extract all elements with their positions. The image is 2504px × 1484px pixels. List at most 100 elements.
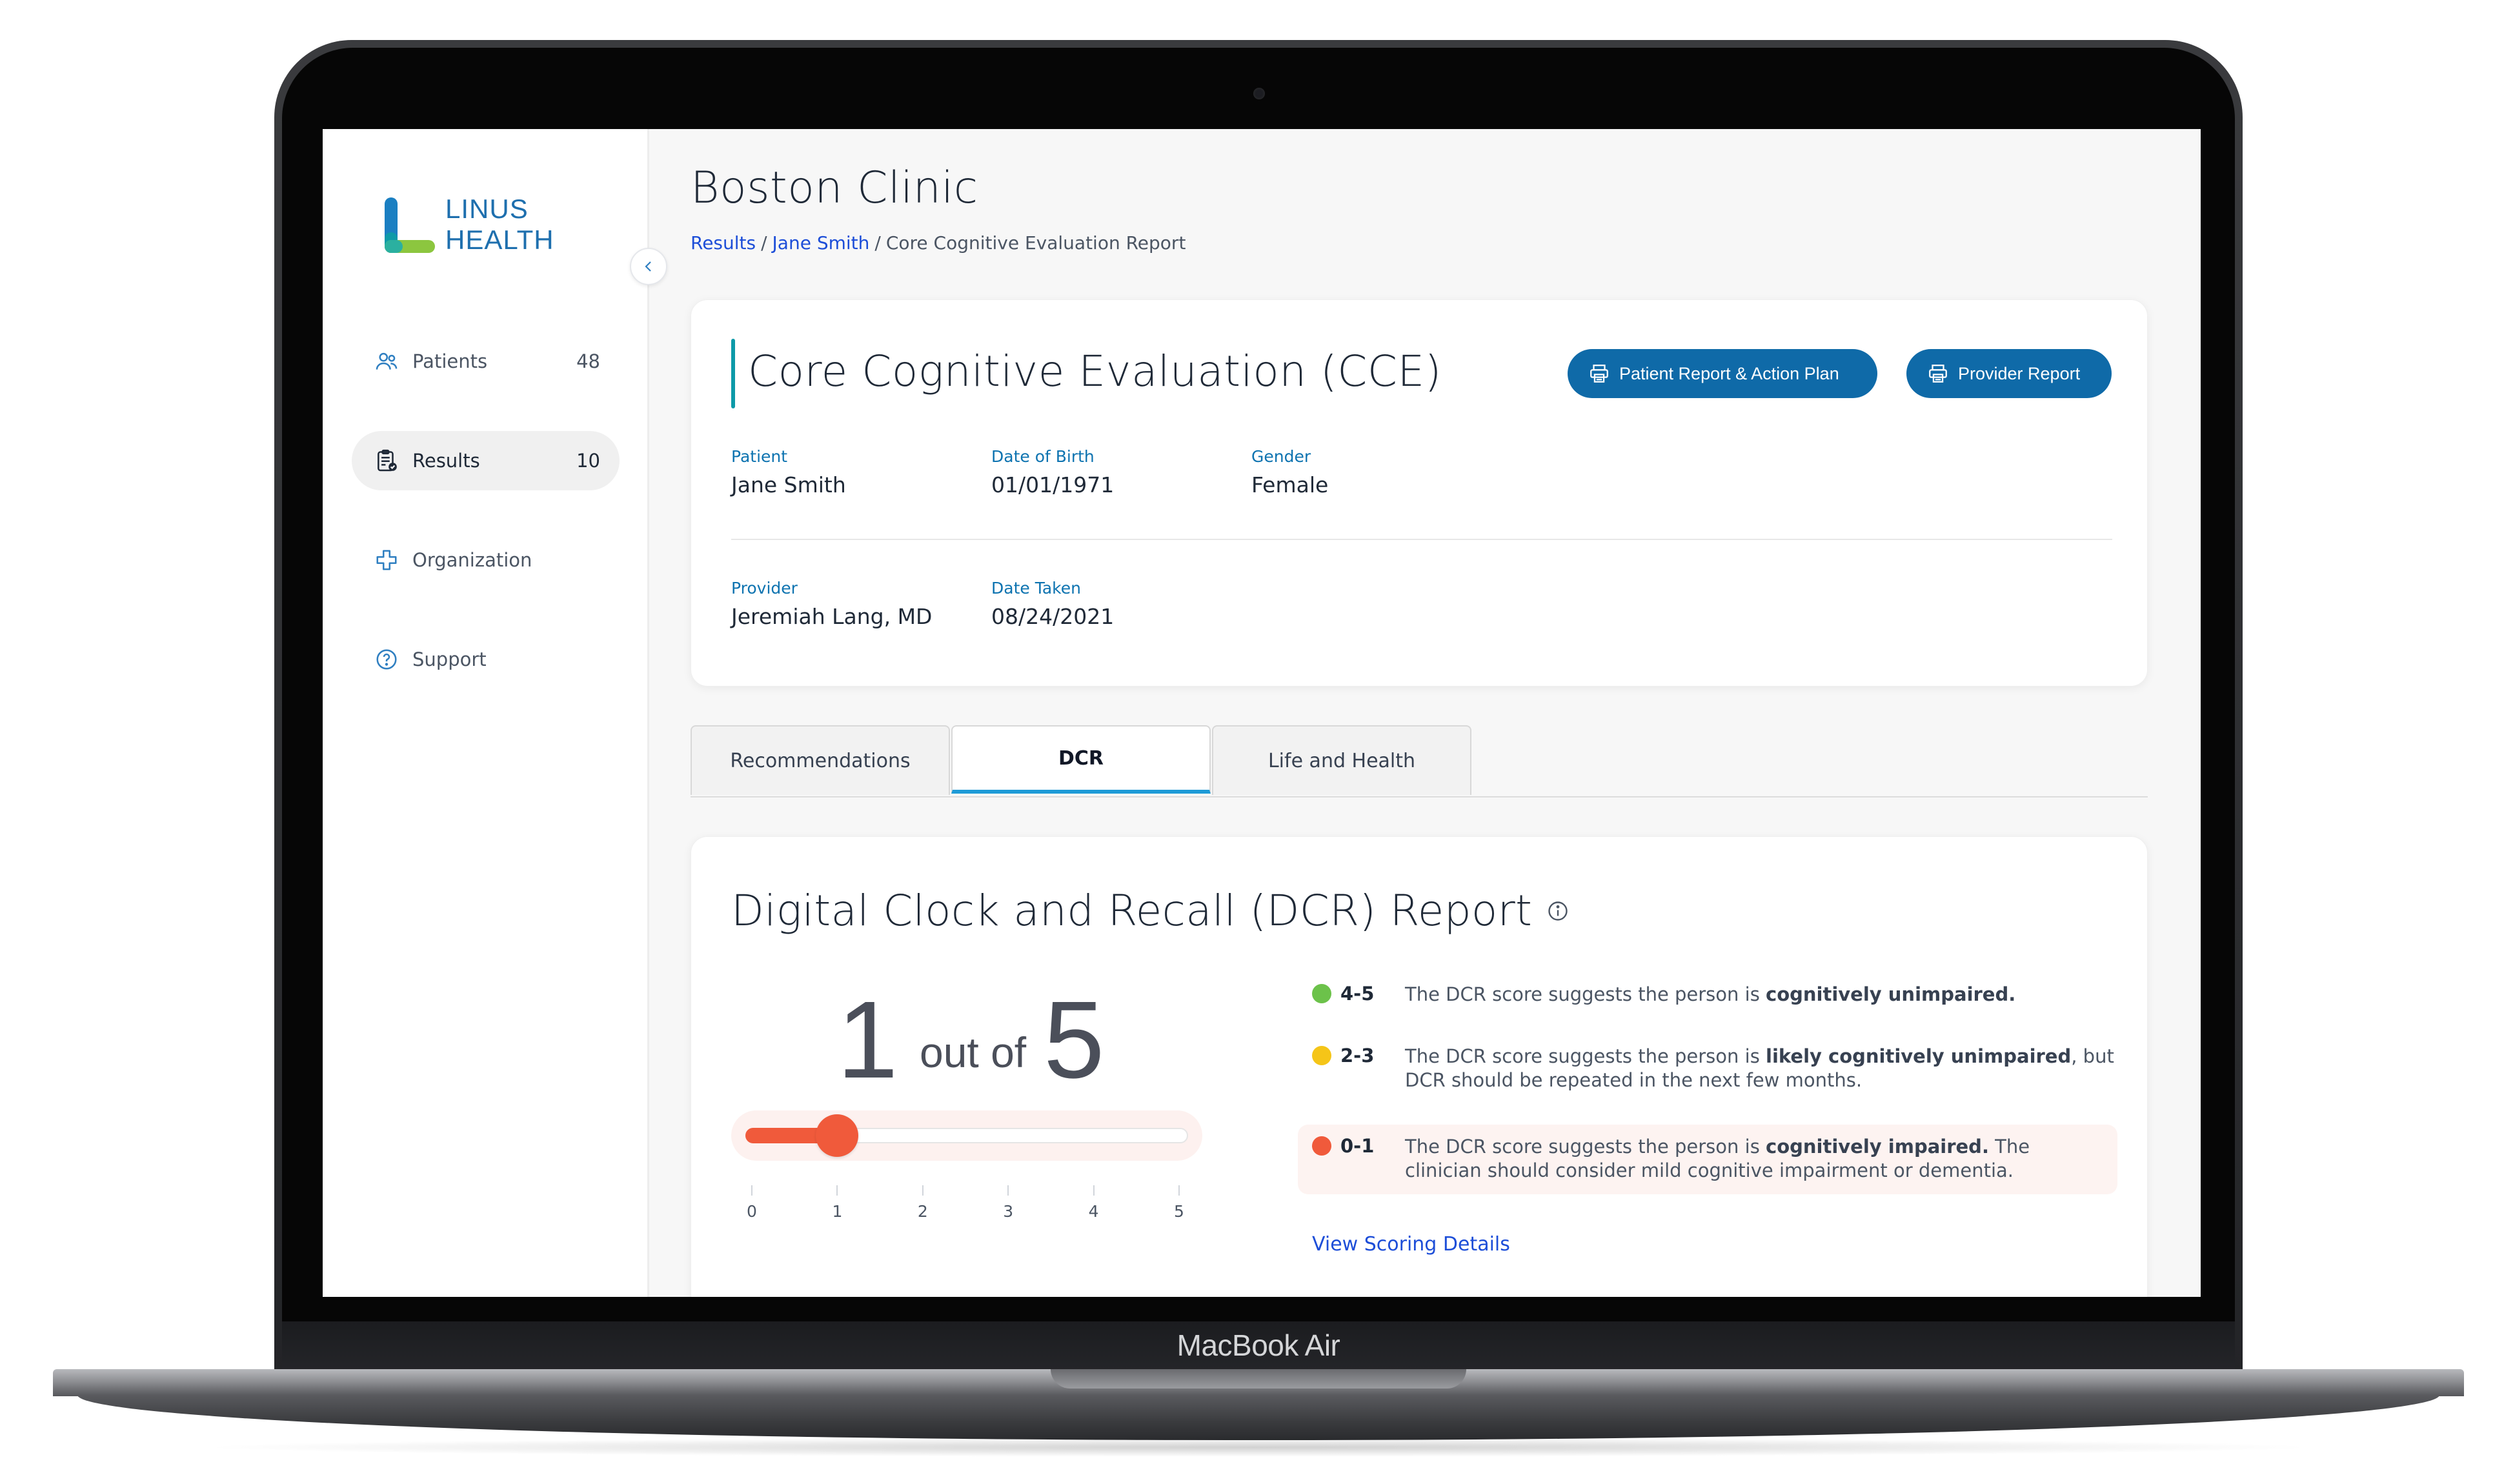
provider-report-button[interactable]: Provider Report <box>1906 349 2112 398</box>
page-title: Boston Clinic <box>691 163 978 214</box>
dcr-score: 1 out of 5 <box>837 985 1147 1095</box>
field-value: Female <box>1251 472 1329 497</box>
slider-tick <box>836 1185 838 1196</box>
field-value: Jeremiah Lang, MD <box>731 604 933 629</box>
date-taken-field: Date Taken 08/24/2021 <box>991 579 1114 629</box>
legend-dot-yellow <box>1312 1046 1331 1065</box>
score-max: 5 <box>1044 979 1105 1101</box>
clipboard-icon <box>374 448 399 474</box>
field-value: 01/01/1971 <box>991 472 1115 497</box>
sidebar-item-label: Results <box>412 450 480 472</box>
field-value: Jane Smith <box>731 472 846 497</box>
evaluation-summary-card: Core Cognitive Evaluation (CCE) Patient … <box>691 299 2148 687</box>
gender-field: Gender Female <box>1251 447 1328 497</box>
tabs-underline <box>691 796 2148 797</box>
score-slider <box>731 1110 1202 1161</box>
laptop-shadow <box>194 1438 2323 1457</box>
breadcrumb-separator: / <box>761 232 767 254</box>
dcr-title: Digital Clock and Recall (DCR) Report <box>731 886 1570 936</box>
slider-tick-label: 3 <box>1003 1202 1014 1221</box>
device-label: MacBook Air <box>1176 1329 1340 1362</box>
divider <box>731 539 2112 540</box>
camera <box>1253 88 1265 99</box>
logo-line-2: HEALTH <box>445 225 554 255</box>
laptop-hinge-notch <box>1051 1369 1466 1389</box>
legend-dot-red <box>1312 1136 1331 1156</box>
legend-range: 0-1 <box>1340 1135 1375 1157</box>
score-value: 1 <box>837 979 898 1101</box>
breadcrumb: Results / Jane Smith / Core Cognitive Evalua… <box>691 232 1186 254</box>
dob-field: Date of Birth 01/01/1971 <box>991 447 1114 497</box>
legend-dot-green <box>1312 984 1331 1003</box>
tab-life-and-health[interactable]: Life and Health <box>1212 725 1471 795</box>
legend-row-impaired: 0-1 The DCR score suggests the person is… <box>1298 1125 2117 1194</box>
tab-recommendations[interactable]: Recommendations <box>691 725 950 795</box>
patient-report-label: Patient Report & Action Plan <box>1619 363 1839 383</box>
slider-tick <box>1178 1185 1180 1196</box>
report-tabs: Recommendations DCR Life and Health <box>691 725 2148 797</box>
breadcrumb-results-link[interactable]: Results <box>691 232 756 254</box>
sidebar-item-patients[interactable]: Patients 48 <box>352 332 620 391</box>
collapse-sidebar-button[interactable] <box>630 248 667 285</box>
view-scoring-details-link[interactable]: View Scoring Details <box>1312 1233 1510 1256</box>
legend-text: The DCR score suggests the person is lik… <box>1405 1045 2114 1091</box>
field-label: Provider <box>731 579 798 597</box>
legend-row-unimpaired: 4-5 The DCR score suggests the person is… <box>1312 983 2132 1007</box>
legend-range: 2-3 <box>1340 1045 1375 1067</box>
logo-line-1: LINUS <box>445 194 529 224</box>
legend-row-likely-unimpaired: 2-3 The DCR score suggests the person is… <box>1312 1045 2132 1092</box>
evaluation-title: Core Cognitive Evaluation (CCE) <box>748 346 1442 396</box>
title-accent-bar <box>731 339 735 408</box>
dcr-title-text: Digital Clock and Recall (DCR) Report <box>731 886 1533 936</box>
slider-tick-label: 0 <box>747 1202 757 1221</box>
field-value: 08/24/2021 <box>991 604 1115 629</box>
field-label: Patient <box>731 447 788 466</box>
field-label: Date Taken <box>991 579 1081 597</box>
score-out-of-label: out of <box>920 1028 1027 1076</box>
provider-report-label: Provider Report <box>1958 363 2081 383</box>
sidebar-item-count: 10 <box>576 450 600 472</box>
field-label: Date of Birth <box>991 447 1095 466</box>
users-icon <box>374 348 399 374</box>
screen: LINUS HEALTH Patients 48 Results 10 Orga… <box>323 129 2201 1297</box>
printer-icon <box>1588 363 1610 385</box>
logo-text: LINUS HEALTH <box>445 194 554 256</box>
chevron-left-icon <box>645 261 651 272</box>
slider-tick <box>1093 1185 1095 1196</box>
field-label: Gender <box>1251 447 1311 466</box>
slider-tick-label: 5 <box>1174 1202 1184 1221</box>
linus-logo-icon <box>385 197 435 253</box>
slider-thumb <box>816 1114 859 1157</box>
dcr-report-card: Digital Clock and Recall (DCR) Report 1 … <box>691 836 2148 1297</box>
tab-dcr[interactable]: DCR <box>951 725 1211 794</box>
slider-tick <box>1007 1185 1009 1196</box>
legend-text: The DCR score suggests the person is cog… <box>1405 1136 2030 1181</box>
sidebar-item-support[interactable]: Support <box>352 630 620 689</box>
sidebar-item-label: Support <box>412 648 487 670</box>
slider-tick-label: 2 <box>917 1202 928 1221</box>
breadcrumb-current: Core Cognitive Evaluation Report <box>885 232 1186 254</box>
sidebar-item-label: Organization <box>412 549 532 571</box>
medical-cross-icon <box>374 547 399 573</box>
laptop-base-bottom <box>77 1395 2439 1440</box>
info-icon[interactable] <box>1546 899 1570 923</box>
main-content: Boston Clinic Results / Jane Smith / Core Co… <box>649 129 2201 1297</box>
patient-report-button[interactable]: Patient Report & Action Plan <box>1568 349 1877 398</box>
sidebar-item-results[interactable]: Results 10 <box>352 431 620 490</box>
slider-tick-label: 4 <box>1088 1202 1099 1221</box>
slider-tick-label: 1 <box>832 1202 843 1221</box>
sidebar-item-label: Patients <box>412 350 488 372</box>
printer-icon <box>1927 363 1949 385</box>
slider-tick <box>922 1185 924 1196</box>
slider-tick <box>751 1185 752 1196</box>
sidebar: LINUS HEALTH Patients 48 Results 10 Orga… <box>323 129 649 1297</box>
patient-field: Patient Jane Smith <box>731 447 846 497</box>
sidebar-item-organization[interactable]: Organization <box>352 530 620 590</box>
breadcrumb-patient-link[interactable]: Jane Smith <box>772 232 870 254</box>
logo[interactable]: LINUS HEALTH <box>381 194 574 265</box>
breadcrumb-separator: / <box>874 232 881 254</box>
legend-range: 4-5 <box>1340 983 1375 1005</box>
legend-text: The DCR score suggests the person is cog… <box>1405 983 2016 1005</box>
provider-field: Provider Jeremiah Lang, MD <box>731 579 932 629</box>
help-circle-icon <box>374 647 399 672</box>
